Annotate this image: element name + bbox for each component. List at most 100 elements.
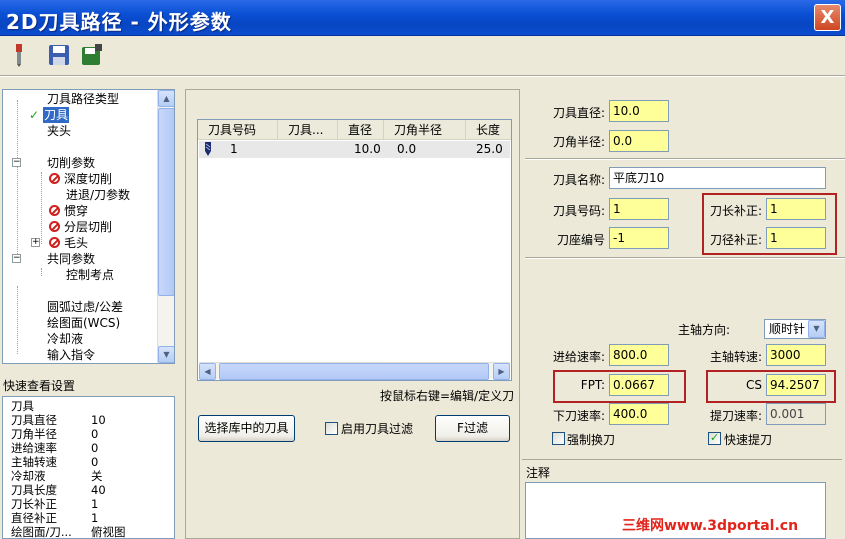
fpt-label: FPT:: [580, 378, 605, 392]
quick-value: 0: [91, 441, 99, 455]
tool-name-label: 刀具名称:: [552, 173, 605, 187]
feed-rate-field[interactable]: 800.0: [609, 344, 669, 366]
fpt-field[interactable]: 0.0667: [609, 374, 669, 396]
toolbar-separator: [0, 75, 845, 77]
tree-item-label: 切削参数: [47, 156, 96, 170]
cell-radius: 0.0: [397, 142, 417, 156]
cell-length: 25.0: [476, 142, 503, 156]
collapse-icon[interactable]: −: [12, 254, 21, 263]
plunge-rate-field[interactable]: 400.0: [609, 403, 669, 425]
table-row[interactable]: 1 10.0 0.0 25.0: [199, 141, 510, 158]
enable-filter-label: 启用刀具过滤: [341, 422, 414, 436]
tool-number-label: 刀具号码:: [552, 204, 605, 218]
title-bar: 2D刀具路径 - 外形参数 X: [0, 0, 845, 36]
divider: [525, 257, 845, 259]
close-button[interactable]: X: [814, 4, 841, 31]
disabled-icon: [49, 205, 60, 216]
quick-key: 冷却液: [11, 469, 46, 483]
quick-row: 刀长补正 1: [11, 497, 98, 511]
tree-item-label: 刀具: [43, 107, 70, 123]
checkmark-icon: ✓: [710, 431, 720, 444]
tree-line: [41, 268, 42, 276]
tree-item-label: 夹头: [47, 124, 72, 138]
quick-key: 主轴转速: [11, 455, 57, 469]
tree-item-label: 输入指令: [47, 348, 96, 362]
corner-radius-field[interactable]: 0.0: [609, 130, 669, 152]
cell-number: 1: [230, 142, 238, 156]
endmill-icon: [203, 142, 213, 159]
tree-item-label: 毛头: [64, 236, 89, 250]
tree-item-tabs[interactable]: 毛头: [49, 235, 88, 251]
save-icon[interactable]: [46, 42, 72, 68]
scroll-left-icon[interactable]: ◀: [199, 363, 216, 380]
column-header[interactable]: 长度: [466, 120, 511, 140]
quick-row: 进给速率 0: [11, 441, 98, 455]
retract-rate-field[interactable]: 0.001: [766, 403, 826, 425]
rapid-retract-checkbox[interactable]: ✓: [708, 431, 721, 445]
tree-item-tool[interactable]: ✓ 刀具: [29, 107, 70, 123]
length-offset-field[interactable]: 1: [766, 198, 826, 220]
select-library-tool-button[interactable]: 选择库中的刀具: [198, 415, 295, 442]
retract-rate-label: 提刀速率:: [709, 409, 762, 423]
column-header[interactable]: 刀角半径: [384, 120, 466, 140]
enable-filter-checkbox[interactable]: [325, 422, 338, 435]
spindle-direction-select[interactable]: 顺时针 ▼: [764, 319, 826, 339]
scrollbar-thumb[interactable]: [158, 108, 174, 296]
expand-icon[interactable]: +: [31, 238, 40, 247]
scroll-right-icon[interactable]: ▶: [493, 363, 510, 380]
notes-label: 注释: [526, 466, 551, 480]
tree-item-breakthrough[interactable]: 惯穿: [49, 203, 88, 219]
cs-field[interactable]: 94.2507: [766, 374, 826, 396]
disabled-icon: [49, 237, 60, 248]
watermark: 三维网www.3dportal.cn: [622, 518, 799, 534]
tool-list-hscroll[interactable]: ◀ ▶: [199, 362, 510, 380]
tool-diameter-field[interactable]: 10.0: [609, 100, 669, 122]
disabled-icon: [49, 173, 60, 184]
edit-hint: 按鼠标右键=编辑/定义刀: [380, 389, 515, 403]
column-header[interactable]: 刀具号码: [198, 120, 278, 140]
tree-item-label: 分层切削: [64, 220, 113, 234]
tree-line: [17, 100, 18, 260]
tree-item-label: 圆弧过虑/公差: [47, 300, 124, 314]
tree-line: [17, 286, 18, 354]
quick-key: 刀具: [11, 399, 34, 413]
spindle-speed-field[interactable]: 3000: [766, 344, 826, 366]
rapid-retract-label: 快速提刀: [724, 433, 773, 447]
tool-number-field[interactable]: 1: [609, 198, 669, 220]
column-header[interactable]: 刀具...: [278, 120, 338, 140]
quick-value: 0: [91, 455, 99, 469]
tree-scrollbar[interactable]: ▲ ▼: [157, 90, 174, 363]
quick-row: 主轴转速 0: [11, 455, 98, 469]
disabled-icon: [49, 221, 60, 232]
tool-icon[interactable]: [6, 42, 32, 68]
holder-number-field[interactable]: -1: [609, 227, 669, 249]
force-tool-change-label: 强制换刀: [567, 433, 616, 447]
force-tool-change-checkbox[interactable]: [552, 432, 565, 445]
save-library-icon[interactable]: [79, 42, 105, 68]
checkmark-icon: ✓: [29, 108, 40, 122]
chevron-down-icon[interactable]: ▼: [808, 320, 825, 338]
corner-radius-label: 刀角半径:: [552, 135, 605, 149]
tree-item-depth-cuts[interactable]: 深度切削: [49, 171, 112, 187]
dia-offset-field[interactable]: 1: [766, 227, 826, 249]
spindle-speed-label: 主轴转速:: [709, 350, 762, 364]
quick-row: 直径补正 1: [11, 511, 98, 525]
tree-item-multipasses[interactable]: 分层切削: [49, 219, 112, 235]
quick-row: 冷却液 关: [11, 469, 103, 483]
tree-item-label: 绘图面(WCS): [47, 316, 121, 330]
spindle-direction-label: 主轴方向:: [677, 323, 730, 337]
cell-diameter: 10.0: [354, 142, 381, 156]
holder-number-label: 刀座编号: [556, 233, 605, 247]
tool-name-field[interactable]: 平底刀10: [609, 167, 826, 189]
tool-list[interactable]: 刀具号码 刀具... 直径 刀角半径 长度 1 10.0 0.0 25.0 ◀ …: [197, 119, 512, 381]
quick-key: 刀角半径: [11, 427, 57, 441]
filter-button[interactable]: F过滤: [435, 415, 510, 442]
quick-view-panel: 刀具 刀具直径 10 刀角半径 0 进给速率 0 主轴转速 0 冷却液关 刀具长度 40 …: [2, 396, 175, 539]
collapse-icon[interactable]: −: [12, 158, 21, 167]
scroll-down-icon[interactable]: ▼: [158, 346, 174, 363]
column-header[interactable]: 直径: [338, 120, 384, 140]
scrollbar-thumb[interactable]: [219, 363, 489, 380]
cs-label: CS: [746, 378, 762, 392]
scroll-up-icon[interactable]: ▲: [158, 90, 174, 107]
feed-rate-label: 进给速率:: [552, 350, 605, 364]
